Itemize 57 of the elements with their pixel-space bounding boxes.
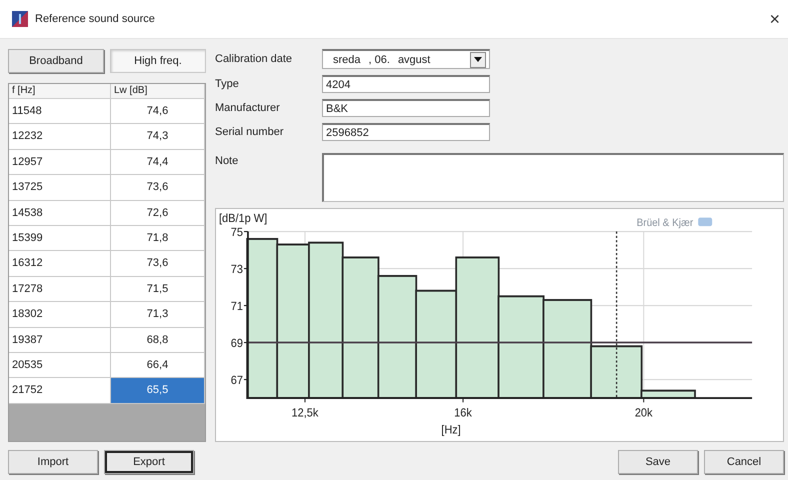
table-cell[interactable]: 74,6 [111,99,205,124]
table-cell: 12232 [9,124,111,150]
input-field[interactable]: 2596852 [322,123,490,141]
table-cell: 19387 [9,328,111,353]
table-cell: 14538 [9,200,111,226]
y-tick-label: 73 [230,264,243,276]
field-label: Note [215,154,240,169]
table-cell[interactable]: 73,6 [111,175,205,201]
table-cell[interactable]: 73,6 [111,251,205,277]
table-cell[interactable]: 68,8 [111,328,205,353]
x-axis-title: [Hz] [441,424,461,437]
dropdown-arrow-icon [474,57,482,62]
table-cell: 20535 [9,352,111,378]
table-cell: 13725 [9,175,111,201]
table-cell: 21752 [9,378,111,404]
close-button[interactable]: × [769,8,780,30]
import-button[interactable]: Import [8,450,98,474]
field-label: Type [215,78,240,90]
table-cell[interactable]: 71,3 [111,302,205,328]
y-tick-label: 69 [230,338,243,350]
table-cell[interactable]: 65,5 [111,378,205,404]
table-cell[interactable]: 74,4 [111,150,205,176]
y-tick-label: 67 [230,374,243,387]
table-cell: 15399 [9,226,111,252]
table-cell: 17278 [9,276,111,302]
input-field[interactable]: B&K [322,99,490,117]
field-label: Serial number [215,126,284,138]
tab[interactable]: High freq. [110,49,206,73]
table-cell[interactable]: 71,5 [111,276,205,302]
export-button[interactable]: Export [104,450,194,474]
field-label: Manufacturer [215,102,281,114]
table-cell[interactable]: 74,3 [111,124,205,150]
field-label: Calibration date [215,53,294,65]
table-cell: 12957 [9,150,111,176]
brand-logo: Brüel & Kjær [636,218,712,230]
app-icon [12,11,28,27]
table-cell: 18302 [9,302,111,328]
x-tick-label: 12,5k [292,406,318,420]
date-picker[interactable]: sreda , 06. avgust [322,49,490,69]
y-tick-label: 75 [230,226,243,239]
y-axis-title: [dB/1p W] [219,212,268,225]
column-header: Lw [dB] [111,84,205,99]
table-cell[interactable]: 66,4 [111,352,205,378]
table-cell: 11548 [9,99,111,124]
cancel-button[interactable]: Cancel [704,450,784,474]
x-tick-label: 20k [634,406,653,420]
input-field[interactable]: 4204 [322,75,490,93]
column-header: f [Hz] [9,84,111,99]
table-cell[interactable]: 72,6 [111,200,205,226]
save-button[interactable]: Save [618,450,698,474]
y-tick-label: 71 [230,300,243,313]
tab[interactable]: Broadband [8,49,104,73]
note-field[interactable] [322,153,784,202]
table-cell: 16312 [9,251,111,277]
table-cell[interactable]: 71,8 [111,226,205,252]
window-title: Reference sound source [35,13,156,25]
x-tick-label: 16k [454,406,472,420]
